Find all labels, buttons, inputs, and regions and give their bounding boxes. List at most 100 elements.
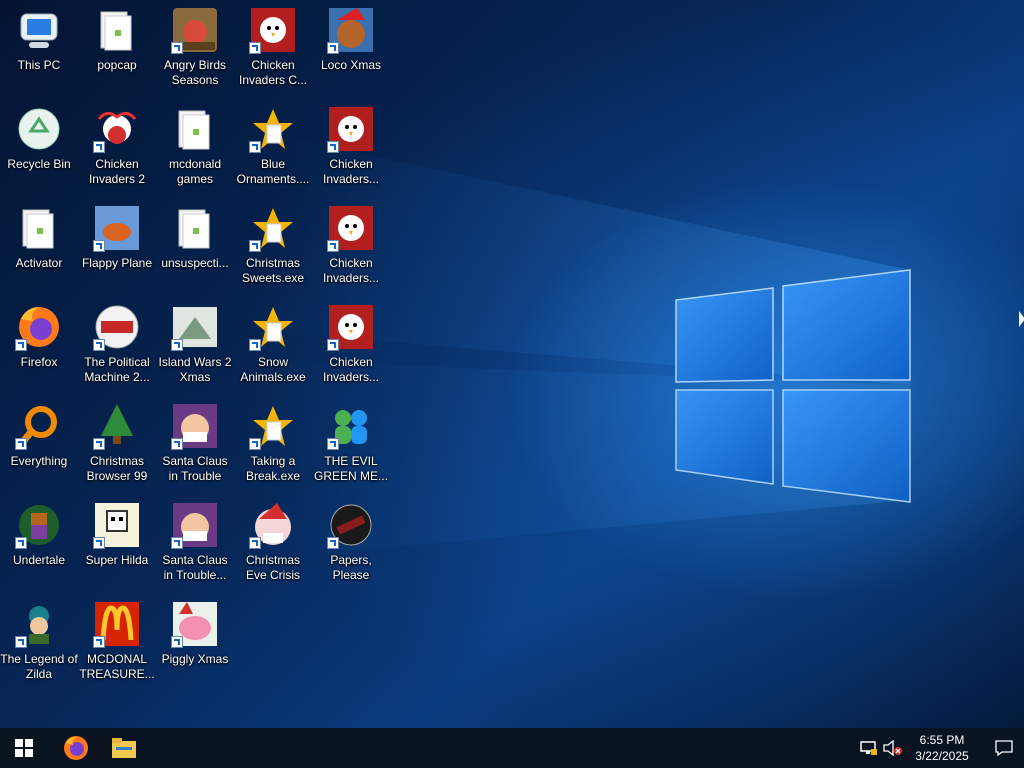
- network-button[interactable]: [858, 728, 880, 768]
- desktop-icon[interactable]: Taking a Break.exe: [234, 396, 312, 492]
- shortcut-arrow-icon: [93, 339, 105, 351]
- desktop-icon[interactable]: Piggly Xmas: [156, 594, 234, 690]
- desktop-icon[interactable]: Chicken Invaders C...: [234, 0, 312, 96]
- taskbar-file-explorer-button[interactable]: [100, 728, 148, 768]
- piggly-xmas-icon: [171, 600, 219, 648]
- shortcut-arrow-icon: [327, 537, 339, 549]
- desktop-icon[interactable]: Christmas Browser 99: [78, 396, 156, 492]
- desktop-icon-label: This PC: [17, 58, 61, 72]
- desktop-icon[interactable]: Activator: [0, 198, 78, 294]
- christmas-browser-icon: [93, 402, 141, 450]
- desktop-icon[interactable]: popcap: [78, 0, 156, 96]
- desktop-icon-label: Santa Claus in Trouble... A...: [162, 553, 228, 582]
- start-button[interactable]: [0, 728, 48, 768]
- desktop-icon[interactable]: Christmas Sweets.exe: [234, 198, 312, 294]
- shortcut-arrow-icon: [171, 636, 183, 648]
- taskbar: 6:55 PM 3/22/2025: [0, 728, 1024, 768]
- christmas-sweets-icon: [249, 204, 297, 252]
- desktop-icon[interactable]: Undertale: [0, 495, 78, 591]
- desktop-icon[interactable]: Snow Animals.exe: [234, 297, 312, 393]
- desktop-icon[interactable]: Christmas Eve Crisis: [234, 495, 312, 591]
- desktop-icon[interactable]: Santa Claus in Trouble... A...: [156, 495, 234, 591]
- desktop-icon[interactable]: mcdonald games: [156, 99, 234, 195]
- desktop-icon[interactable]: Flappy Plane: [78, 198, 156, 294]
- desktop-icon-label: Island Wars 2 Xmas: [158, 355, 232, 384]
- shortcut-arrow-icon: [327, 141, 339, 153]
- taskbar-clock[interactable]: 6:55 PM 3/22/2025: [906, 732, 978, 764]
- action-center-button[interactable]: [984, 728, 1024, 768]
- shortcut-arrow-icon: [93, 141, 105, 153]
- shortcut-arrow-icon: [171, 537, 183, 549]
- shortcut-arrow-icon: [15, 438, 27, 450]
- clock-date: 3/22/2025: [915, 749, 969, 763]
- shortcut-arrow-icon: [15, 636, 27, 648]
- desktop-icon[interactable]: This PC: [0, 0, 78, 96]
- shortcut-arrow-icon: [93, 537, 105, 549]
- desktop-icon[interactable]: Firefox: [0, 297, 78, 393]
- shortcut-arrow-icon: [15, 537, 27, 549]
- desktop-icon[interactable]: Chicken Invaders...: [312, 99, 390, 195]
- desktop-icon[interactable]: Santa Claus in Trouble: [156, 396, 234, 492]
- mcdonalds-icon: [93, 600, 141, 648]
- loco-xmas-icon: [327, 6, 375, 54]
- shortcut-arrow-icon: [327, 339, 339, 351]
- folder-icon: [171, 204, 219, 252]
- desktop-icon-label: Christmas Browser 99: [86, 454, 148, 483]
- desktop-icon[interactable]: THE EVIL GREEN ME...: [312, 396, 390, 492]
- angry-birds-icon: [171, 6, 219, 54]
- desktop-icon[interactable]: Loco Xmas: [312, 0, 390, 96]
- desktop-icon-label: Undertale: [12, 553, 66, 567]
- windows-start-icon: [15, 739, 33, 757]
- desktop-icon[interactable]: The Political Machine 2...: [78, 297, 156, 393]
- file-explorer-icon: [112, 738, 136, 758]
- desktop-icon-label: Recycle Bin: [7, 157, 71, 171]
- desktop-icon-label: THE EVIL GREEN ME...: [313, 454, 388, 483]
- desktop-icon[interactable]: Papers, Please: [312, 495, 390, 591]
- system-tray: 6:55 PM 3/22/2025: [858, 728, 1024, 768]
- shortcut-arrow-icon: [249, 141, 261, 153]
- shortcut-arrow-icon: [171, 438, 183, 450]
- folder-icon: [171, 105, 219, 153]
- messenger-icon: [327, 402, 375, 450]
- desktop-icon-label: Everything: [10, 454, 68, 468]
- this-pc-icon: [15, 6, 63, 54]
- desktop-icon[interactable]: unsuspecti...: [156, 198, 234, 294]
- desktop-icon-label: Flappy Plane: [81, 256, 153, 270]
- political-machine-icon: [93, 303, 141, 351]
- desktop-icon-label: Christmas Eve Crisis: [245, 553, 300, 582]
- desktop-icon[interactable]: Angry Birds Seasons: [156, 0, 234, 96]
- desktop-icon[interactable]: MCDONAL TREASURE...: [78, 594, 156, 690]
- desktop-icon[interactable]: The Legend of Zilda: [0, 594, 78, 690]
- shortcut-arrow-icon: [171, 42, 183, 54]
- desktop-icon[interactable]: Chicken Invaders...: [312, 198, 390, 294]
- island-wars-icon: [171, 303, 219, 351]
- papers-please-icon: [327, 501, 375, 549]
- desktop-icon-label: Activator: [15, 256, 63, 270]
- desktop-icon[interactable]: Chicken Invaders 2: [78, 99, 156, 195]
- desktop-icon-label: Chicken Invaders...: [322, 355, 380, 384]
- desktop-icon[interactable]: Island Wars 2 Xmas: [156, 297, 234, 393]
- desktop-icon[interactable]: Recycle Bin: [0, 99, 78, 195]
- desktop-icon-label: The Legend of Zilda: [0, 652, 78, 681]
- volume-button[interactable]: [880, 728, 906, 768]
- desktop-icon-label: unsuspecti...: [161, 256, 229, 270]
- desktop-icon[interactable]: Blue Ornaments....: [234, 99, 312, 195]
- shortcut-arrow-icon: [327, 42, 339, 54]
- desktop-icon-label: Chicken Invaders 2: [88, 157, 146, 186]
- firefox-icon: [64, 736, 88, 760]
- desktop-icon[interactable]: Chicken Invaders...: [312, 297, 390, 393]
- desktop-icon-label: Firefox: [20, 355, 58, 369]
- desktop-icon[interactable]: Super Hilda: [78, 495, 156, 591]
- action-center-icon: [995, 740, 1013, 756]
- taskbar-firefox-button[interactable]: [52, 728, 100, 768]
- desktop-icon-label: Santa Claus in Trouble: [162, 454, 228, 483]
- desktop-icon[interactable]: Everything: [0, 396, 78, 492]
- folder-icon: [15, 204, 63, 252]
- taking-a-break-icon: [249, 402, 297, 450]
- desktop-icon-label: Papers, Please: [330, 553, 372, 582]
- shortcut-arrow-icon: [171, 339, 183, 351]
- shortcut-arrow-icon: [15, 339, 27, 351]
- desktop-icon-label: Angry Birds Seasons: [163, 58, 227, 87]
- shortcut-arrow-icon: [249, 438, 261, 450]
- clock-time: 6:55 PM: [919, 733, 965, 747]
